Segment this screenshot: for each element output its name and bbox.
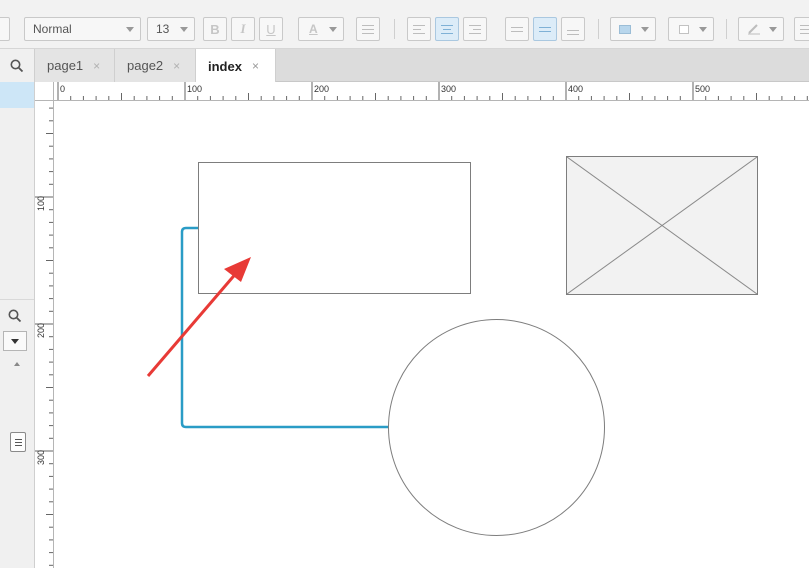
ruler-label: 0 bbox=[60, 84, 65, 94]
valign-bottom-icon bbox=[567, 29, 579, 35]
design-canvas[interactable] bbox=[55, 101, 809, 568]
align-left-button[interactable] bbox=[407, 17, 431, 41]
tab-label: page2 bbox=[127, 58, 164, 73]
selected-panel-item[interactable] bbox=[0, 82, 34, 108]
annotation-arrow bbox=[146, 257, 251, 377]
chevron-down-icon bbox=[769, 26, 777, 32]
ruler-label: 300 bbox=[36, 450, 46, 465]
bold-button[interactable]: B bbox=[203, 17, 227, 41]
italic-button[interactable]: I bbox=[231, 17, 255, 41]
ruler-corner bbox=[35, 82, 54, 101]
panel-search-button[interactable] bbox=[0, 49, 34, 82]
valign-top-button[interactable] bbox=[505, 17, 529, 41]
connector-line[interactable] bbox=[180, 226, 388, 429]
chevron-down-icon bbox=[329, 26, 337, 32]
menu-icon bbox=[800, 24, 809, 34]
align-left-icon bbox=[413, 24, 425, 34]
format-toolbar: Normal 13 B I U A bbox=[0, 0, 809, 49]
chevron-down-icon bbox=[641, 26, 649, 32]
toolbar-divider bbox=[394, 19, 395, 39]
chevron-down-icon bbox=[180, 26, 188, 32]
lower-panel bbox=[0, 299, 34, 568]
page-tabs: page1 × page2 × index × bbox=[35, 49, 809, 83]
tab-page1[interactable]: page1 × bbox=[35, 49, 115, 82]
left-panel bbox=[0, 49, 35, 568]
valign-top-icon bbox=[511, 26, 523, 32]
tab-label: index bbox=[208, 58, 242, 74]
ruler-label: 400 bbox=[568, 84, 583, 94]
ruler-label: 100 bbox=[36, 196, 46, 211]
underline-button[interactable]: U bbox=[259, 17, 283, 41]
lower-panel-search-button[interactable] bbox=[2, 305, 28, 327]
ruler-label: 200 bbox=[36, 323, 46, 338]
close-icon[interactable]: × bbox=[93, 59, 100, 73]
chevron-down-icon bbox=[699, 26, 707, 32]
prev-dropdown-stub[interactable] bbox=[0, 17, 10, 41]
toolbar-divider bbox=[598, 19, 599, 39]
search-icon bbox=[8, 309, 22, 323]
line-color-icon bbox=[748, 24, 760, 35]
align-center-button[interactable] bbox=[435, 17, 459, 41]
horizontal-ruler: 0 100 200 300 400 500 bbox=[54, 82, 809, 101]
scroll-up-icon[interactable] bbox=[14, 362, 20, 366]
panel-scrollbar[interactable] bbox=[10, 362, 26, 567]
shadow-icon bbox=[679, 24, 689, 34]
font-style-select[interactable]: Normal bbox=[24, 17, 141, 41]
close-icon[interactable]: × bbox=[173, 59, 180, 73]
tab-label: page1 bbox=[47, 58, 84, 73]
toolbar-divider bbox=[726, 19, 727, 39]
ruler-label: 300 bbox=[441, 84, 456, 94]
bullet-list-button[interactable] bbox=[356, 17, 380, 41]
font-style-value: Normal bbox=[33, 22, 72, 36]
line-color-button[interactable] bbox=[738, 17, 784, 41]
ruler-label: 500 bbox=[695, 84, 710, 94]
lower-panel-dropdown[interactable] bbox=[3, 331, 27, 351]
scroll-thumb[interactable] bbox=[10, 432, 26, 452]
font-size-value: 13 bbox=[156, 22, 170, 36]
align-right-icon bbox=[469, 24, 481, 34]
chevron-down-icon bbox=[11, 338, 19, 344]
chevron-down-icon bbox=[126, 26, 134, 32]
fill-color-icon bbox=[619, 24, 631, 34]
shadow-button[interactable] bbox=[668, 17, 714, 41]
font-color-icon: A bbox=[309, 22, 318, 36]
font-size-select[interactable]: 13 bbox=[147, 17, 195, 41]
valign-middle-icon bbox=[539, 26, 551, 32]
font-color-button[interactable]: A bbox=[298, 17, 344, 41]
ruler-label: 100 bbox=[187, 84, 202, 94]
fill-color-button[interactable] bbox=[610, 17, 656, 41]
search-icon bbox=[10, 59, 24, 72]
vertical-ruler: 100 200 300 bbox=[35, 101, 54, 568]
more-toolbar-button[interactable] bbox=[794, 17, 809, 41]
valign-middle-button[interactable] bbox=[533, 17, 557, 41]
ruler-label: 200 bbox=[314, 84, 329, 94]
align-center-icon bbox=[441, 24, 453, 34]
canvas-overlay bbox=[146, 226, 388, 429]
align-right-button[interactable] bbox=[463, 17, 487, 41]
tab-page2[interactable]: page2 × bbox=[115, 49, 196, 82]
tab-index[interactable]: index × bbox=[196, 49, 276, 83]
valign-bottom-button[interactable] bbox=[561, 17, 585, 41]
bullet-list-icon bbox=[362, 24, 374, 34]
close-icon[interactable]: × bbox=[252, 59, 259, 73]
